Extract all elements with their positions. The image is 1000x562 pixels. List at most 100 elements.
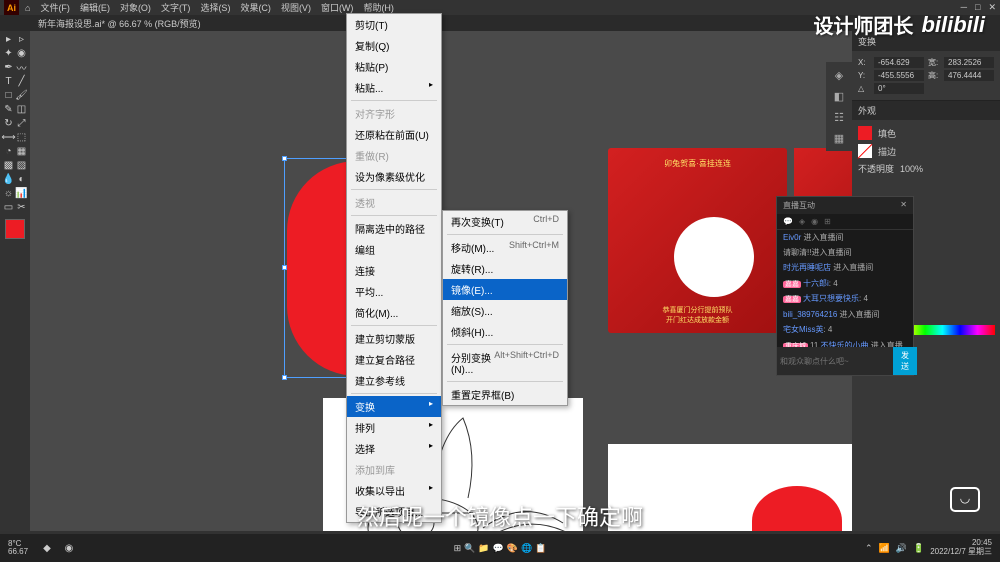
- menu-arrange[interactable]: 排列▸: [347, 417, 441, 438]
- chat-input[interactable]: [777, 347, 893, 375]
- menu-select-sub[interactable]: 选择▸: [347, 438, 441, 459]
- tray-icon[interactable]: ⌃: [865, 543, 873, 554]
- menu-pixel-perfect[interactable]: 设为像素级优化: [347, 166, 441, 187]
- menu-collect-export[interactable]: 收集以导出▸: [347, 480, 441, 501]
- rectangle-tool[interactable]: □: [2, 89, 15, 102]
- menu-effect[interactable]: 效果(C): [240, 1, 271, 14]
- mesh-tool[interactable]: ▩: [2, 159, 15, 172]
- document-tab[interactable]: 新年海报设思.ai* @ 66.67 % (RGB/预览): [30, 17, 209, 30]
- w-field[interactable]: 283.2526: [944, 57, 994, 68]
- gradient-tool[interactable]: ▨: [15, 159, 28, 172]
- submenu-transform-again[interactable]: 再次变换(T)Ctrl+D: [443, 211, 567, 232]
- submenu-reflect[interactable]: 镜像(E)...: [443, 279, 567, 300]
- taskbar-clock[interactable]: 20:45 2022/12/7 星期三: [930, 539, 992, 557]
- pen-tool[interactable]: ✒: [2, 61, 15, 74]
- menu-isolate[interactable]: 隔离选中的路径: [347, 218, 441, 239]
- home-icon[interactable]: ⌂: [25, 3, 30, 13]
- properties-icon[interactable]: ◈: [830, 66, 848, 84]
- chat-tab-icon[interactable]: 💬: [783, 217, 793, 226]
- submenu-reset-bbox[interactable]: 重置定界框(B): [443, 384, 567, 405]
- taskbar-app-icon[interactable]: 🌐: [521, 543, 532, 554]
- taskbar-app-icon[interactable]: 🎨: [507, 543, 518, 554]
- taskbar-app-icon[interactable]: 🔍: [464, 543, 475, 554]
- close-icon[interactable]: ✕: [900, 200, 907, 211]
- taskbar-app-icon[interactable]: 📁: [478, 543, 489, 554]
- x-field[interactable]: -654.629: [874, 57, 924, 68]
- taskbar-app-icon[interactable]: 📋: [535, 543, 546, 554]
- submenu-scale[interactable]: 缩放(S)...: [443, 300, 567, 321]
- send-button[interactable]: 发送: [893, 347, 917, 375]
- fill-swatch[interactable]: [858, 126, 872, 140]
- wifi-icon[interactable]: 📶: [879, 543, 890, 554]
- resize-handle[interactable]: [282, 265, 287, 270]
- libraries-icon[interactable]: ☷: [830, 108, 848, 126]
- tray-icon[interactable]: ◆: [38, 539, 56, 557]
- chat-tab-icon[interactable]: ◈: [799, 217, 805, 226]
- tray-icon[interactable]: ◉: [60, 539, 78, 557]
- direct-selection-tool[interactable]: ▹: [15, 33, 28, 46]
- menu-edit[interactable]: 编辑(E): [80, 1, 110, 14]
- menu-guides[interactable]: 建立参考线: [347, 370, 441, 391]
- slice-tool[interactable]: ✂: [15, 201, 28, 214]
- menu-select[interactable]: 选择(S): [200, 1, 230, 14]
- menu-paste-special[interactable]: 粘贴...▸: [347, 77, 441, 98]
- menu-cut[interactable]: 剪切(T): [347, 14, 441, 35]
- menu-type[interactable]: 文字(T): [161, 1, 191, 14]
- fill-color-swatch[interactable]: [5, 219, 25, 239]
- selection-tool[interactable]: ▸: [2, 33, 15, 46]
- menu-average[interactable]: 平均...: [347, 281, 441, 302]
- menu-simplify[interactable]: 简化(M)...: [347, 302, 441, 323]
- start-button[interactable]: ⊞: [454, 543, 462, 554]
- taskbar-app-icon[interactable]: 💬: [493, 543, 504, 554]
- reference-image-3[interactable]: [608, 444, 852, 531]
- symbol-tool[interactable]: ☼: [2, 187, 15, 200]
- opacity-field[interactable]: 100%: [900, 164, 923, 174]
- submenu-transform-each[interactable]: 分别变换(N)...Alt+Shift+Ctrl+D: [443, 347, 567, 379]
- menu-join[interactable]: 连接: [347, 260, 441, 281]
- magic-wand-tool[interactable]: ✦: [2, 47, 15, 60]
- scale-tool[interactable]: ⤢: [15, 117, 28, 130]
- menu-paste[interactable]: 粘贴(P): [347, 56, 441, 77]
- free-transform-tool[interactable]: ⬚: [15, 131, 28, 144]
- y-field[interactable]: -455.5556: [874, 70, 924, 81]
- bilibili-tv-icon[interactable]: [950, 487, 980, 512]
- blend-tool[interactable]: ◐: [15, 173, 28, 186]
- lasso-tool[interactable]: ◉: [15, 47, 28, 60]
- type-tool[interactable]: T: [2, 75, 15, 88]
- shaper-tool[interactable]: ✎: [2, 103, 15, 116]
- artboard-tool[interactable]: ▭: [2, 201, 15, 214]
- perspective-tool[interactable]: ▦: [15, 145, 28, 158]
- appearance-tab[interactable]: 外观: [858, 104, 876, 117]
- chat-tab-icon[interactable]: ◉: [811, 217, 818, 226]
- submenu-rotate[interactable]: 旋转(R)...: [443, 258, 567, 279]
- submenu-move[interactable]: 移动(M)...Shift+Ctrl+M: [443, 237, 567, 258]
- line-tool[interactable]: ╱: [15, 75, 28, 88]
- menu-transform[interactable]: 变换▸: [347, 396, 441, 417]
- width-tool[interactable]: ⟷: [2, 131, 15, 144]
- close-icon[interactable]: ✕: [988, 2, 996, 13]
- eyedropper-tool[interactable]: 💧: [2, 173, 15, 186]
- menu-compound-path[interactable]: 建立复合路径: [347, 349, 441, 370]
- menu-undo[interactable]: 还原粘在前面(U): [347, 124, 441, 145]
- menu-clipping-mask[interactable]: 建立剪切蒙版: [347, 328, 441, 349]
- swatches-icon[interactable]: ▦: [830, 129, 848, 147]
- h-field[interactable]: 476.4444: [944, 70, 994, 81]
- stroke-swatch[interactable]: [858, 144, 872, 158]
- graph-tool[interactable]: 📊: [15, 187, 28, 200]
- menu-object[interactable]: 对象(O): [120, 1, 151, 14]
- menu-group[interactable]: 编组: [347, 239, 441, 260]
- resize-handle[interactable]: [282, 375, 287, 380]
- weather-widget[interactable]: 8°C 66.67: [8, 540, 28, 556]
- menu-copy[interactable]: 复制(Q): [347, 35, 441, 56]
- brush-tool[interactable]: 🖌: [15, 89, 28, 102]
- eraser-tool[interactable]: ◫: [15, 103, 28, 116]
- battery-icon[interactable]: 🔋: [913, 543, 924, 554]
- submenu-shear[interactable]: 倾斜(H)...: [443, 321, 567, 342]
- shape-builder-tool[interactable]: ◔: [2, 145, 15, 158]
- curvature-tool[interactable]: 〰: [15, 61, 28, 74]
- menu-view[interactable]: 视图(V): [281, 1, 311, 14]
- resize-handle[interactable]: [282, 156, 287, 161]
- chat-tab-icon[interactable]: ⊞: [824, 217, 831, 226]
- menu-file[interactable]: 文件(F): [40, 1, 70, 14]
- rotate-tool[interactable]: ↻: [2, 117, 15, 130]
